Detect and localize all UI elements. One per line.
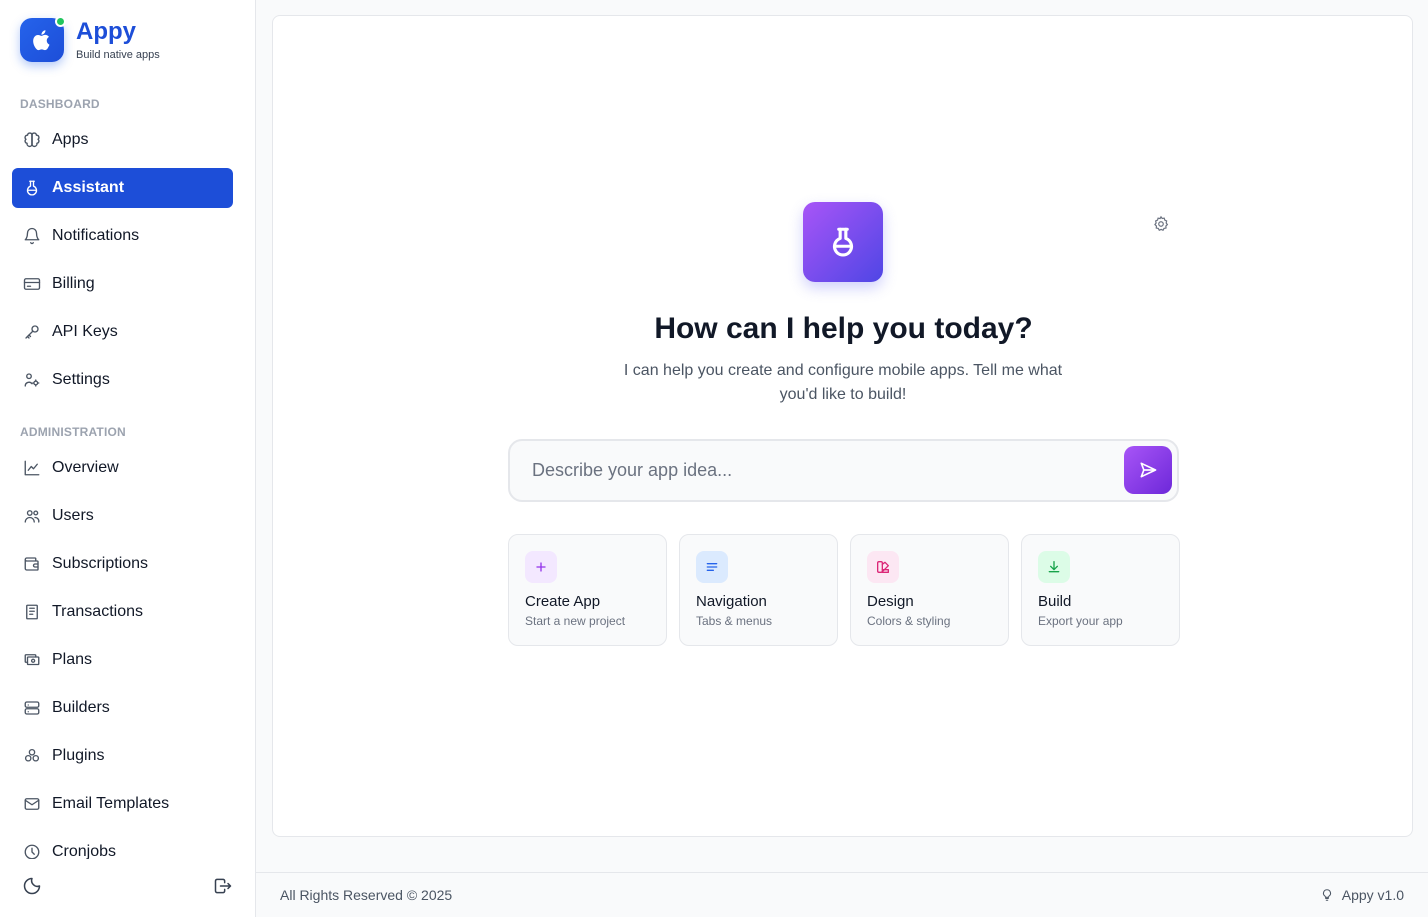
sidebar-item-label: Plugins (52, 747, 105, 764)
brand[interactable]: Appy Build native apps (20, 16, 160, 62)
quick-action-title: Design (867, 593, 914, 610)
lightbulb-icon (1322, 889, 1331, 901)
flask-icon (22, 178, 42, 198)
sidebar-item-billing[interactable]: Billing (12, 264, 233, 304)
wallet-icon (22, 554, 42, 574)
section-label-dashboard: DASHBOARD (20, 97, 100, 111)
sidebar: Appy Build native apps DASHBOARD Apps As… (0, 0, 256, 917)
sidebar-item-label: Plans (52, 651, 93, 668)
quick-action-subtitle: Tabs & menus (696, 614, 773, 628)
key-icon (22, 322, 42, 342)
sidebar-item-users[interactable]: Users (12, 496, 233, 536)
palette-icon (867, 551, 899, 583)
copyright-text: All Rights Reserved © 2025 (280, 887, 453, 903)
quick-action-title: Create App (525, 593, 601, 610)
version-info: Appy v1.0 (1320, 887, 1404, 903)
sidebar-item-label: Notifications (52, 227, 140, 244)
sidebar-item-notifications[interactable]: Notifications (12, 216, 233, 256)
version-text: Appy v1.0 (1341, 887, 1404, 903)
assistant-settings-button[interactable] (1152, 215, 1172, 235)
sidebar-item-label: Settings (52, 371, 110, 388)
sidebar-item-label: Transactions (52, 603, 143, 620)
mail-icon (22, 794, 42, 814)
sidebar-item-label: Billing (52, 275, 95, 292)
brand-name: Appy (76, 18, 136, 45)
dark-mode-toggle[interactable] (22, 876, 42, 901)
bell-icon (22, 226, 42, 246)
quick-action-design[interactable]: Design Colors & styling (850, 534, 1009, 646)
prompt-box (508, 439, 1179, 502)
sidebar-item-label: Apps (52, 131, 89, 148)
chart-line-icon (22, 458, 42, 478)
sidebar-item-subscriptions[interactable]: Subscriptions (12, 544, 233, 584)
sidebar-item-label: Email Templates (52, 795, 170, 812)
page-subtitle: I can help you create and configure mobi… (623, 362, 1063, 403)
app-idea-input[interactable] (532, 441, 1102, 500)
quick-action-navigation[interactable]: Navigation Tabs & menus (679, 534, 838, 646)
sidebar-item-label: Users (52, 507, 94, 524)
brain-icon (22, 130, 42, 150)
sidebar-item-label: Builders (52, 699, 110, 716)
quick-action-title: Build (1038, 593, 1072, 610)
flask-icon (803, 202, 883, 282)
quick-action-subtitle: Colors & styling (867, 614, 951, 628)
logout-button[interactable] (213, 876, 233, 901)
quick-action-subtitle: Start a new project (525, 614, 626, 628)
receipt-icon (22, 602, 42, 622)
quick-action-build[interactable]: Build Export your app (1021, 534, 1180, 646)
sidebar-item-label: Subscriptions (52, 555, 149, 572)
sidebar-item-label: Assistant (52, 179, 125, 196)
credit-card-icon (22, 274, 42, 294)
sidebar-item-assistant[interactable]: Assistant (12, 168, 233, 208)
logout-icon (214, 878, 232, 893)
quick-action-title: Navigation (696, 593, 767, 610)
sidebar-item-apps[interactable]: Apps (12, 120, 233, 160)
brand-tagline: Build native apps (76, 49, 160, 61)
section-label-administration: ADMINISTRATION (20, 425, 126, 439)
assistant-panel: How can I help you today? I can help you… (272, 15, 1413, 837)
menu-icon (696, 551, 728, 583)
sidebar-item-label: Overview (52, 459, 119, 476)
apple-logo-icon (20, 16, 66, 62)
page-title: How can I help you today? (654, 312, 1033, 345)
send-icon (1140, 462, 1157, 478)
quick-action-subtitle: Export your app (1038, 614, 1123, 628)
sidebar-item-builders[interactable]: Builders (12, 688, 233, 728)
download-icon (1038, 551, 1070, 583)
sidebar-item-transactions[interactable]: Transactions (12, 592, 233, 632)
send-button[interactable] (1124, 446, 1172, 494)
sidebar-footer (0, 859, 255, 917)
page-footer: All Rights Reserved © 2025 Appy v1.0 (256, 872, 1428, 917)
quick-action-create-app[interactable]: Create App Start a new project (508, 534, 667, 646)
server-icon (22, 698, 42, 718)
moon-icon (23, 877, 41, 894)
online-status-dot (55, 16, 66, 27)
sidebar-item-api-keys[interactable]: API Keys (12, 312, 233, 352)
sidebar-item-plugins[interactable]: Plugins (12, 736, 233, 776)
puzzle-icon (22, 746, 42, 766)
plus-icon (525, 551, 557, 583)
sidebar-item-label: API Keys (52, 323, 118, 340)
cash-icon (22, 650, 42, 670)
sidebar-item-email-templates[interactable]: Email Templates (12, 784, 233, 824)
users-icon (22, 506, 42, 526)
sidebar-item-plans[interactable]: Plans (12, 640, 233, 680)
sidebar-item-overview[interactable]: Overview (12, 448, 233, 488)
gear-icon (1154, 215, 1169, 231)
sidebar-item-settings[interactable]: Settings (12, 360, 233, 400)
settings-icon (22, 370, 42, 390)
